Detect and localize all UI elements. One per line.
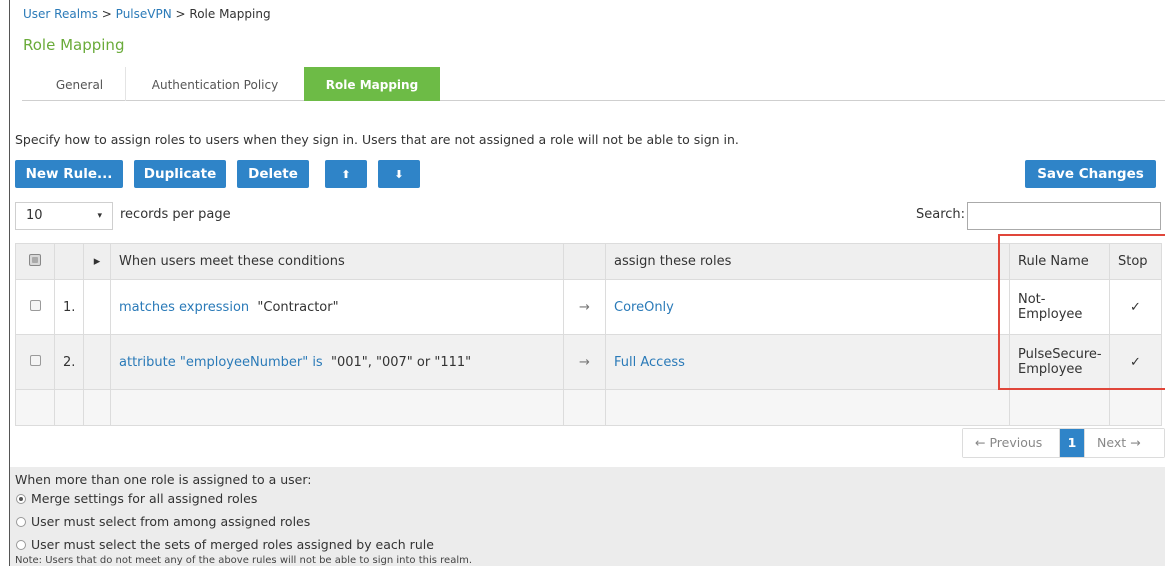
select-all-cell [15,243,55,280]
tab-authentication-policy[interactable]: Authentication Policy [126,67,304,101]
arrow-down-icon: ⬇ [394,167,404,181]
arrow-up-icon: ⬆ [341,167,351,181]
page-title: Role Mapping [23,36,125,54]
chevron-down-icon: ▾ [97,211,102,221]
option-select-merged-sets[interactable]: User must select the sets of merged role… [16,537,434,552]
save-changes-button[interactable]: Save Changes [1025,160,1156,188]
role-link[interactable]: Full Access [614,355,685,370]
breadcrumb: User Realms > PulseVPN > Role Mapping [23,7,271,21]
table-row[interactable]: 2. attribute "employeeNumber" is "001", … [15,334,1162,390]
option-merge-settings[interactable]: Merge settings for all assigned roles [16,491,257,506]
current-page-button[interactable]: 1 [1060,429,1084,457]
radio-button[interactable] [16,539,26,550]
radio-button[interactable] [16,493,26,504]
role-link[interactable]: CoreOnly [614,300,674,315]
number-header [54,243,84,280]
row-condition: matches expression "Contractor" [110,279,564,335]
row-expand-cell [83,334,111,390]
delete-button[interactable]: Delete [237,160,309,188]
radio-button[interactable] [16,516,26,527]
previous-page-button[interactable]: ← Previous [963,429,1060,457]
table-row[interactable]: 1. matches expression "Contractor" → Cor… [15,279,1162,335]
row-role: Full Access [605,334,1010,390]
right-arrow-icon: → [563,334,606,390]
row-condition: attribute "employeeNumber" is "001", "00… [110,334,564,390]
role-mapping-table: ▸ When users meet these conditions assig… [15,243,1162,426]
option-label: User must select the sets of merged role… [31,537,434,552]
breadcrumb-separator: > [97,7,116,21]
roles-header: assign these roles [605,243,1010,280]
condition-value: "001", "007" or "111" [330,354,472,370]
expand-header: ▸ [83,243,111,280]
row-role: CoreOnly [605,279,1010,335]
records-per-page-value: 10 [26,208,43,223]
breadcrumb-separator: > [171,7,190,21]
stop-check-icon: ✓ [1109,279,1162,335]
breadcrumb-user-realms[interactable]: User Realms [23,7,98,21]
row-number: 1. [54,279,84,335]
multiple-roles-title: When more than one role is assigned to a… [15,472,312,487]
stop-header: Stop [1109,243,1162,280]
footer-note: Note: Users that do not meet any of the … [15,555,473,566]
page-description: Specify how to assign roles to users whe… [15,132,739,147]
select-all-checkbox[interactable] [29,253,41,266]
row-checkbox[interactable] [29,299,41,311]
arrow-header [563,243,606,280]
row-expand-cell [83,279,111,335]
stop-check-icon: ✓ [1109,334,1162,390]
search-input[interactable] [967,202,1161,230]
tab-bar: General Authentication Policy Role Mappi… [22,67,1165,101]
rule-name-header: Rule Name [1009,243,1110,280]
option-label: Merge settings for all assigned roles [31,491,258,506]
row-checkbox-cell [15,334,55,390]
conditions-header: When users meet these conditions [110,243,564,280]
tab-role-mapping[interactable]: Role Mapping [304,67,440,101]
row-checkbox-cell [15,279,55,335]
duplicate-button[interactable]: Duplicate [134,160,226,188]
option-select-among-roles[interactable]: User must select from among assigned rol… [16,514,310,529]
right-arrow-icon: → [563,279,606,335]
condition-link[interactable]: attribute "employeeNumber" is [119,355,323,370]
next-page-button[interactable]: Next → [1084,429,1164,457]
records-per-page-select[interactable]: 10 ▾ [15,202,113,230]
table-header-row: ▸ When users meet these conditions assig… [15,243,1162,280]
breadcrumb-pulsevpn[interactable]: PulseVPN [116,7,172,21]
option-label: User must select from among assigned rol… [31,514,311,529]
tab-general[interactable]: General [34,67,126,101]
page-frame: User Realms > PulseVPN > Role Mapping Ro… [9,0,1165,566]
table-empty-row [15,389,1162,426]
multiple-roles-settings: When more than one role is assigned to a… [10,467,1165,566]
pagination: ← Previous 1 Next → [962,428,1165,458]
breadcrumb-current: Role Mapping [189,7,271,21]
new-rule-button[interactable]: New Rule... [15,160,123,188]
condition-link[interactable]: matches expression [119,300,249,315]
move-up-button[interactable]: ⬆ [325,160,367,188]
expand-icon[interactable]: ▸ [94,254,101,269]
condition-value: "Contractor" [257,299,339,315]
row-number: 2. [54,334,84,390]
row-rule-name: Not-Employee [1009,279,1110,335]
move-down-button[interactable]: ⬇ [378,160,420,188]
row-checkbox[interactable] [29,354,41,366]
row-rule-name: PulseSecure-Employee [1009,334,1110,390]
search-label: Search: [916,207,966,222]
records-per-page-label: records per page [120,207,231,222]
